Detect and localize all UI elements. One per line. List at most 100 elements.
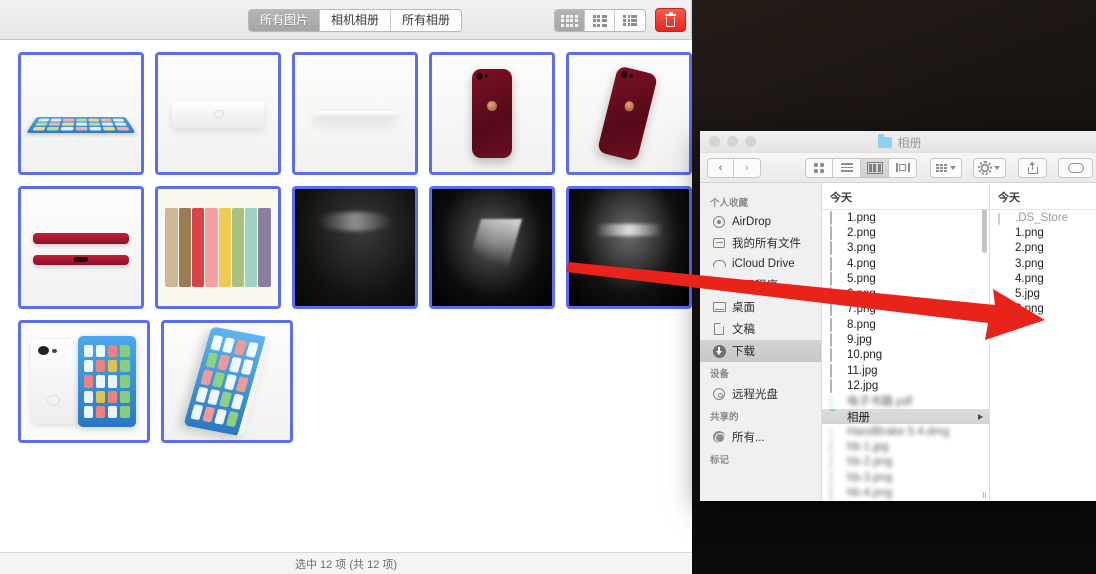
share-button[interactable] — [1018, 157, 1048, 178]
file-row[interactable]: 7.png — [822, 302, 989, 317]
icon-view-button[interactable] — [805, 157, 833, 178]
list-compact-view-button[interactable] — [615, 10, 645, 31]
photo-thumb-3[interactable] — [292, 52, 418, 175]
photo-thumb-7[interactable] — [155, 186, 281, 309]
forward-button[interactable]: › — [734, 157, 761, 178]
list-detail-view-button[interactable] — [585, 10, 615, 31]
sidebar-item-remote-disc[interactable]: 远程光盘 — [700, 383, 821, 405]
file-name: 10.png — [847, 349, 883, 362]
file-row[interactable]: hb-3.png — [822, 470, 989, 485]
photo-tab-group[interactable]: 所有图片 相机相册 所有相册 — [248, 9, 463, 32]
file-row[interactable]: 9.jpg — [822, 332, 989, 348]
column-resize-handle[interactable] — [980, 490, 989, 499]
file-name: 1.png — [847, 211, 876, 224]
photo-thumb-6[interactable] — [18, 186, 144, 309]
file-row[interactable]: 电子书籍.pdf — [822, 394, 989, 409]
file-name: 1.png — [1015, 226, 1044, 239]
sidebar-item-all-shared[interactable]: 所有... — [700, 426, 821, 448]
close-button[interactable] — [709, 136, 720, 147]
tags-button[interactable] — [1058, 157, 1093, 178]
sidebar-item-documents[interactable]: 文稿 — [700, 318, 821, 340]
file-row[interactable]: 1.png — [990, 225, 1096, 240]
tab-all-pictures[interactable]: 所有图片 — [249, 10, 321, 31]
file-row[interactable]: 12.jpg — [822, 378, 989, 393]
window-controls[interactable] — [700, 136, 756, 147]
file-row[interactable]: 2.png — [822, 225, 989, 240]
coverflow-view-button[interactable] — [889, 157, 917, 178]
photo-thumb-12[interactable] — [161, 320, 293, 443]
finder-title: 相册 — [700, 131, 1096, 153]
sidebar-item-downloads[interactable]: 下载 — [700, 340, 821, 362]
finder-column-middle[interactable]: 今天 1.png 2.png 3.png 4.png 5.png 6.png 7… — [822, 183, 990, 501]
photo-thumb-4[interactable] — [429, 52, 555, 175]
image-file-icon — [830, 241, 841, 256]
tab-camera-album[interactable]: 相机相册 — [320, 10, 392, 31]
column-view-button[interactable] — [861, 157, 889, 178]
file-name: 2.png — [847, 226, 876, 239]
file-name: 4.png — [847, 257, 876, 270]
photo-grid[interactable] — [0, 40, 692, 560]
middle-column-scrollbar[interactable] — [982, 209, 987, 253]
file-row[interactable]: hb-1.jpg — [822, 439, 989, 455]
file-row[interactable]: 4.png — [990, 271, 1096, 286]
grid-view-button[interactable] — [555, 10, 585, 31]
sidebar-item-icloud-drive[interactable]: iCloud Drive — [700, 254, 821, 274]
finder-column-right[interactable]: 今天 .DS_Store 1.png 2.png 3.png 4.png 5.j… — [990, 183, 1096, 501]
file-row[interactable]: hb-2.png — [822, 455, 989, 470]
file-row[interactable]: 8.png — [822, 317, 989, 332]
photo-thumb-10[interactable] — [566, 186, 692, 309]
finder-titlebar[interactable]: 相册 — [700, 131, 1096, 153]
file-row[interactable]: 10.png — [822, 348, 989, 363]
file-row-album[interactable]: 相册 — [822, 408, 989, 425]
file-row[interactable]: 4.png — [822, 256, 989, 271]
action-button[interactable] — [973, 157, 1006, 178]
zoom-button[interactable] — [745, 136, 756, 147]
photo-thumb-8[interactable] — [292, 186, 418, 309]
desktop-background-lower — [692, 500, 1096, 574]
sidebar-item-label: 下载 — [732, 346, 755, 358]
file-name: 8.png — [847, 318, 876, 331]
file-row[interactable]: .DS_Store — [990, 210, 1096, 225]
file-row[interactable]: 5.png — [822, 271, 989, 286]
image-file-icon — [830, 225, 841, 240]
desktop-icon — [712, 300, 726, 314]
file-name: 11.jpg — [847, 364, 878, 377]
view-mode-group[interactable] — [554, 9, 646, 32]
delete-button[interactable] — [655, 8, 686, 32]
list-view-button[interactable] — [833, 157, 861, 178]
finder-window: 相册 ‹ › 个人收藏 AirDrop 我的所有文件 iCloud Drive … — [700, 131, 1096, 501]
file-row[interactable]: 11.jpg — [822, 363, 989, 378]
nav-buttons[interactable]: ‹ › — [707, 157, 761, 178]
minimize-button[interactable] — [727, 136, 738, 147]
photo-row — [18, 52, 692, 175]
sidebar-item-label: 所有... — [732, 432, 765, 444]
arrange-button[interactable] — [930, 157, 962, 178]
file-row[interactable]: 6.png — [990, 302, 1096, 317]
file-name: 4.png — [1015, 272, 1044, 285]
photo-thumb-2[interactable] — [155, 52, 281, 175]
folder-icon — [830, 411, 841, 423]
file-row[interactable]: 2.png — [990, 241, 1096, 256]
image-file-icon — [830, 256, 841, 271]
finder-sidebar[interactable]: 个人收藏 AirDrop 我的所有文件 iCloud Drive 应用程序 桌面… — [700, 183, 822, 501]
view-mode-buttons[interactable] — [805, 157, 917, 178]
file-row[interactable]: 3.png — [822, 241, 989, 256]
file-row[interactable]: 3.png — [990, 256, 1096, 271]
file-row[interactable]: HandBrake 5.4.dmg — [822, 424, 989, 439]
sidebar-item-airdrop[interactable]: AirDrop — [700, 212, 821, 232]
photo-thumb-1[interactable] — [18, 52, 144, 175]
file-row[interactable]: 6.png — [822, 286, 989, 302]
sidebar-item-all-files[interactable]: 我的所有文件 — [700, 232, 821, 254]
back-button[interactable]: ‹ — [707, 157, 734, 178]
photo-thumb-5[interactable] — [566, 52, 692, 175]
file-row[interactable]: hb-4.png — [822, 485, 989, 500]
sidebar-item-desktop[interactable]: 桌面 — [700, 296, 821, 318]
file-row[interactable]: 5.jpg — [990, 286, 1096, 301]
photo-thumb-9[interactable] — [429, 186, 555, 309]
image-file-icon — [998, 242, 1009, 254]
photo-toolbar: 所有图片 相机相册 所有相册 — [0, 0, 691, 40]
file-row[interactable]: 1.png — [822, 210, 989, 225]
sidebar-item-applications[interactable]: 应用程序 — [700, 274, 821, 296]
photo-thumb-11[interactable] — [18, 320, 150, 443]
tab-all-albums[interactable]: 所有相册 — [391, 10, 462, 31]
